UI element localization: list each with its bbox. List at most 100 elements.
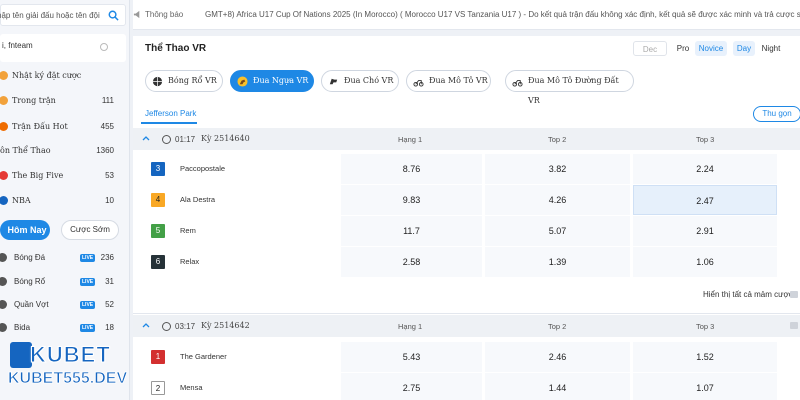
track-tab[interactable]: Jefferson Park	[145, 109, 196, 118]
sport-item-basketball[interactable]: Bóng Rổ LIVE 31	[0, 271, 126, 293]
runner-name: Ala Destra	[180, 195, 216, 204]
main-panel: Thể Thao VR Dec Pro Novice Day Night Bón…	[133, 36, 800, 400]
sidebar-item-count: 111	[101, 96, 114, 105]
search-icon[interactable]	[108, 10, 119, 21]
in-play-icon	[0, 96, 8, 105]
category-dirt-moto-racing-vr[interactable]: Đua Mô Tô Đường Đất VR	[505, 70, 634, 105]
show-all-bets-link[interactable]: Hiển thị tất cả mảm cược	[703, 290, 793, 299]
theme-night-button[interactable]: Night	[757, 41, 785, 56]
collapse-button[interactable]: Thu gọn	[753, 106, 800, 122]
odds-cell[interactable]: 9.83	[341, 185, 482, 215]
sport-count: 236	[100, 253, 114, 262]
sidebar-item-bet-log[interactable]: Nhật ký đặt cược	[0, 66, 126, 86]
race-id: Kỳ 2514640	[201, 134, 250, 143]
sport-label: Quần Vợt	[14, 300, 49, 309]
logo-mark-icon	[10, 342, 32, 368]
category-dog-racing-vr[interactable]: Đua Chó VR	[321, 70, 399, 92]
odds-cell-hover[interactable]: 2.47	[633, 185, 777, 215]
odds-cell[interactable]: 8.76	[341, 154, 482, 184]
runner-number: 4	[151, 193, 165, 207]
runner-number: 3	[151, 162, 165, 176]
live-badge: LIVE	[80, 254, 96, 262]
user-row[interactable]: i, fnteam	[0, 34, 126, 62]
runner-number: 1	[151, 350, 165, 364]
odds-cell[interactable]: 5.43	[341, 342, 482, 372]
odds-cell[interactable]: 1.52	[633, 342, 777, 372]
sidebar-item-nba[interactable]: NBA 10	[0, 191, 126, 211]
race-block: 03:17 Kỳ 2514642 Hạng 1 Top 2 Top 3 1 Th…	[133, 313, 800, 400]
column-header: Hạng 1	[398, 135, 423, 144]
race-id: Kỳ 2514642	[201, 321, 250, 330]
column-header: Top 3	[696, 135, 715, 144]
category-label: Đua Chó VR	[344, 76, 394, 85]
category-basketball-vr[interactable]: Bóng Rổ VR	[145, 70, 223, 92]
sidebar-item-count: 10	[105, 196, 114, 205]
category-horse-racing-vr[interactable]: Đua Ngựa VR	[230, 70, 314, 92]
toggle-icon[interactable]	[100, 43, 108, 51]
sidebar-item-big-five[interactable]: The Big Five 53	[0, 166, 126, 186]
sidebar-item-sports[interactable]: ôn Thể Thao 1360	[0, 141, 126, 161]
level-novice-button[interactable]: Novice	[695, 41, 727, 56]
scroll-handle[interactable]	[790, 322, 798, 329]
odds-cell[interactable]: 2.91	[633, 216, 777, 246]
sidebar-item-count: 455	[100, 122, 114, 131]
horse-icon	[237, 76, 248, 87]
tab-early-bets[interactable]: Cược Sớm	[61, 220, 119, 240]
level-pro-button[interactable]: Pro	[673, 41, 693, 56]
notice-message: GMT+8) Africa U17 Cup Of Nations 2025 (I…	[205, 10, 800, 19]
dirt-bike-icon	[512, 80, 523, 87]
track-tab-underline	[141, 122, 197, 124]
runner-name: Mensa	[180, 383, 203, 392]
odds-cell[interactable]: 1.07	[633, 373, 777, 400]
bet-log-icon	[0, 71, 8, 80]
tennis-icon	[0, 300, 7, 309]
sport-label: Bóng Đá	[14, 253, 46, 262]
column-header: Top 2	[548, 135, 567, 144]
odds-cell[interactable]: 2.24	[633, 154, 777, 184]
odds-format-select[interactable]: Dec	[633, 41, 667, 56]
odds-cell[interactable]: 2.75	[341, 373, 482, 400]
sport-item-billiards[interactable]: Bida LIVE 18	[0, 317, 126, 339]
chevron-up-icon[interactable]	[142, 134, 150, 142]
megaphone-icon	[133, 10, 140, 19]
odds-cell[interactable]: 3.82	[485, 154, 630, 184]
theme-day-button[interactable]: Day	[733, 41, 755, 56]
sidebar: hập tên giải đấu hoặc tên đội i, fnteam …	[0, 0, 130, 400]
sidebar-item-hot[interactable]: Trận Đấu Hot 455	[0, 117, 126, 137]
big-five-icon	[0, 171, 8, 180]
hot-icon	[0, 122, 8, 131]
chevron-up-icon[interactable]	[142, 321, 150, 329]
tab-today[interactable]: Hôm Nay	[0, 220, 50, 240]
table-row: 2 Mensa 2.75 1.44 1.07	[133, 373, 800, 400]
sport-item-tennis[interactable]: Quần Vợt LIVE 52	[0, 294, 126, 316]
runner-number: 2	[151, 381, 165, 395]
odds-cell[interactable]: 4.26	[485, 185, 630, 215]
category-moto-racing-vr[interactable]: Đua Mô Tô VR	[406, 70, 491, 92]
runner-name: The Gardener	[180, 352, 227, 361]
category-label: Bóng Rổ VR	[168, 76, 217, 85]
search-input[interactable]: hập tên giải đấu hoặc tên đội	[0, 4, 126, 26]
username: i, fnteam	[2, 41, 33, 50]
odds-cell[interactable]: 11.7	[341, 216, 482, 246]
odds-cell[interactable]: 1.39	[485, 247, 630, 277]
odds-cell[interactable]: 1.44	[485, 373, 630, 400]
live-badge: LIVE	[80, 278, 96, 286]
odds-cell[interactable]: 5.07	[485, 216, 630, 246]
sidebar-item-label: Nhật ký đặt cược	[12, 71, 82, 80]
odds-cell[interactable]: 2.58	[341, 247, 482, 277]
sidebar-item-count: 1360	[96, 146, 114, 155]
sport-item-football[interactable]: Bóng Đá LIVE 236	[0, 247, 126, 269]
sidebar-item-label: Trong trận	[12, 96, 56, 105]
odds-cell[interactable]: 2.46	[485, 342, 630, 372]
table-row: 3 Paccopostale 8.76 3.82 2.24	[133, 154, 800, 185]
sport-count: 31	[105, 277, 114, 286]
runner-number: 5	[151, 224, 165, 238]
basketball-icon	[152, 76, 163, 87]
motorbike-icon	[413, 80, 424, 87]
sport-count: 52	[105, 300, 114, 309]
odds-cell[interactable]: 1.06	[633, 247, 777, 277]
sport-label: Bóng Rổ	[14, 277, 46, 286]
sidebar-item-in-play[interactable]: Trong trận 111	[0, 91, 126, 111]
scroll-handle[interactable]	[790, 291, 798, 298]
sport-count: 18	[105, 323, 114, 332]
